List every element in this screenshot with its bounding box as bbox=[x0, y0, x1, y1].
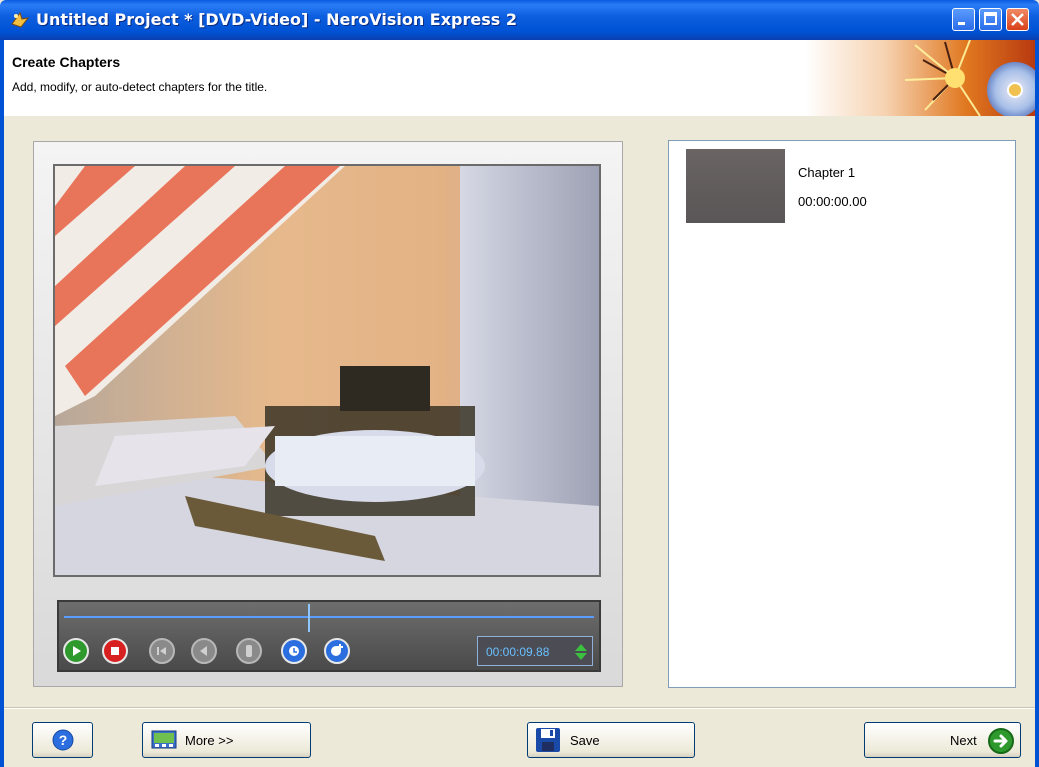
more-button-label: More >> bbox=[185, 733, 234, 748]
minimize-button[interactable] bbox=[952, 8, 975, 31]
add-chapter-button[interactable] bbox=[324, 638, 350, 664]
rewind-button[interactable] bbox=[191, 638, 217, 664]
previous-chapter-button[interactable] bbox=[149, 638, 175, 664]
time-display[interactable]: 00:00:09.88 bbox=[477, 636, 593, 666]
nero-disc-logo bbox=[805, 40, 1035, 116]
window-border-right bbox=[1035, 116, 1039, 767]
minimize-icon bbox=[958, 22, 965, 25]
save-button-label: Save bbox=[570, 733, 600, 748]
window-title: Untitled Project * [DVD-Video] - NeroVis… bbox=[36, 10, 517, 29]
previous-chapter-icon bbox=[157, 647, 166, 655]
timeline-playhead[interactable] bbox=[307, 604, 310, 632]
more-button[interactable]: More >> bbox=[142, 722, 311, 758]
video-preview-panel: 00:00:09.88 bbox=[33, 141, 623, 687]
help-icon: ? bbox=[52, 729, 74, 751]
help-button[interactable]: ? bbox=[32, 722, 93, 758]
play-button[interactable] bbox=[63, 638, 89, 664]
current-time: 00:00:09.88 bbox=[486, 645, 550, 659]
window-border-left bbox=[0, 116, 4, 767]
save-button[interactable]: Save bbox=[527, 722, 695, 758]
close-icon bbox=[1011, 13, 1024, 26]
floppy-disk-icon bbox=[536, 728, 560, 752]
auto-detect-icon bbox=[289, 646, 299, 656]
stop-button[interactable] bbox=[102, 638, 128, 664]
page-subtitle: Add, modify, or auto-detect chapters for… bbox=[12, 80, 268, 94]
next-arrow-icon bbox=[988, 728, 1014, 754]
play-icon bbox=[73, 646, 81, 656]
close-button[interactable] bbox=[1006, 8, 1029, 31]
maximize-button[interactable] bbox=[979, 8, 1002, 31]
add-chapter-icon bbox=[331, 644, 343, 656]
chapter-thumbnail[interactable] bbox=[686, 149, 785, 223]
auto-detect-button[interactable] bbox=[281, 638, 307, 664]
svg-text:?: ? bbox=[59, 732, 68, 748]
rewind-icon bbox=[200, 646, 207, 656]
time-spinner-icon[interactable] bbox=[574, 643, 588, 661]
playback-controls: 00:00:09.88 bbox=[57, 600, 601, 672]
video-frame[interactable] bbox=[53, 164, 601, 577]
footer-divider bbox=[4, 707, 1035, 709]
chapter-time: 00:00:00.00 bbox=[798, 194, 867, 209]
page-title: Create Chapters bbox=[12, 54, 121, 70]
app-icon bbox=[11, 11, 30, 28]
timeline-track[interactable] bbox=[64, 616, 594, 618]
stop-icon bbox=[111, 647, 119, 655]
chapter-marker-icon bbox=[246, 645, 252, 657]
chapter-list[interactable]: Chapter 1 00:00:00.00 bbox=[668, 140, 1016, 688]
page-header: Create Chapters Add, modify, or auto-det… bbox=[0, 40, 1039, 116]
chapter-name: Chapter 1 bbox=[798, 165, 856, 180]
video-still-image bbox=[55, 166, 599, 575]
more-options-icon bbox=[151, 730, 177, 749]
chapter-marker-button[interactable] bbox=[236, 638, 262, 664]
maximize-icon bbox=[984, 12, 997, 25]
next-button-label: Next bbox=[950, 733, 977, 748]
title-bar: Untitled Project * [DVD-Video] - NeroVis… bbox=[0, 0, 1039, 40]
next-button[interactable]: Next bbox=[864, 722, 1021, 758]
